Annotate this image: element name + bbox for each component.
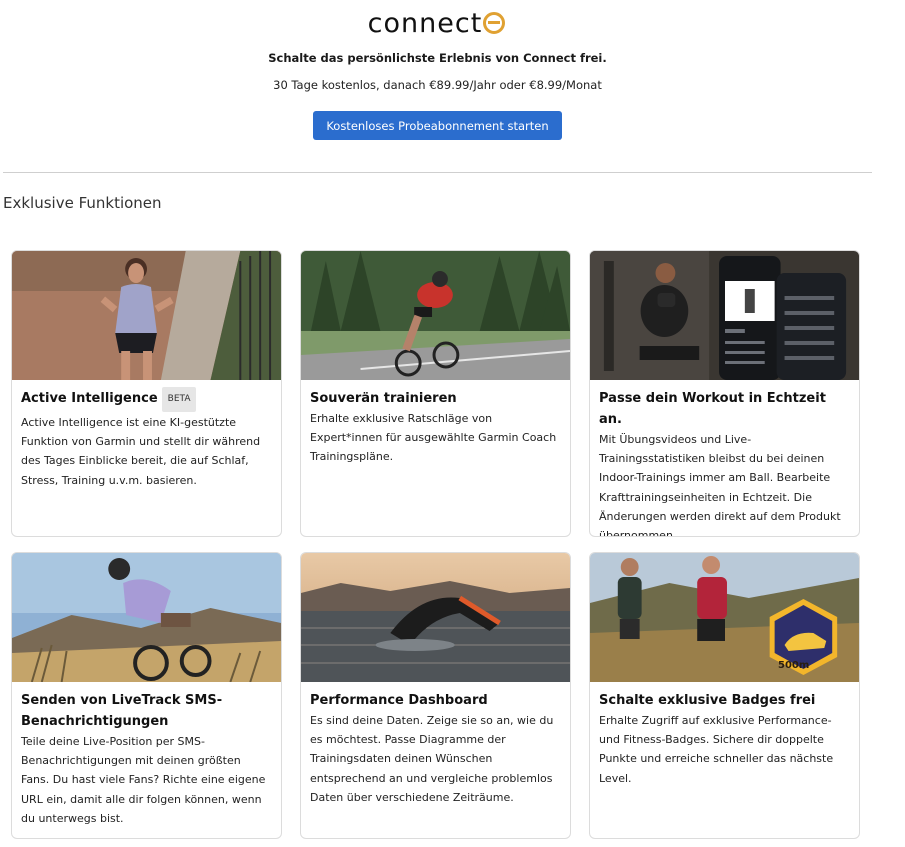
runner-image xyxy=(12,251,281,380)
logo-wordmark: connect xyxy=(367,8,483,39)
card-title: Souverän trainieren xyxy=(310,391,457,406)
hero-price-line: 30 Tage kostenlos, danach €89.99/Jahr od… xyxy=(273,78,602,92)
feature-card-performance-dashboard[interactable]: Performance Dashboard Es sind deine Date… xyxy=(300,552,571,839)
card-description: Teile deine Live-Position per SMS-Benach… xyxy=(21,735,266,825)
feature-card-train-confidently[interactable]: Souverän trainieren Erhalte exklusive Ra… xyxy=(300,250,571,537)
cyclist-image xyxy=(301,251,570,380)
mountain-biker-image xyxy=(12,553,281,682)
trail-runners-image xyxy=(590,553,859,682)
start-trial-button[interactable]: Kostenloses Probeabonnement starten xyxy=(313,111,562,140)
section-title: Exklusive Funktionen xyxy=(3,194,162,212)
card-description: Erhalte Zugriff auf exklusive Performanc… xyxy=(599,714,834,785)
section-divider xyxy=(3,172,872,173)
badge-distance-label: 500m xyxy=(778,660,810,671)
card-description: Active Intelligence ist eine KI-gestützt… xyxy=(21,416,261,487)
card-title: Senden von LiveTrack SMS-Benachrichtigun… xyxy=(21,693,223,729)
feature-card-realtime-workout[interactable]: Passe dein Workout in Echtzeit an. Mit Ü… xyxy=(589,250,860,537)
swimmer-image xyxy=(301,553,570,682)
card-title: Performance Dashboard xyxy=(310,693,488,708)
connect-logo: connect xyxy=(0,8,873,39)
card-description: Es sind deine Daten. Zeige sie so an, wi… xyxy=(310,714,554,804)
card-description: Erhalte exklusive Ratschläge von Expert*… xyxy=(310,412,557,464)
strength-workout-image xyxy=(590,251,859,380)
beta-badge: BETA xyxy=(161,387,197,412)
card-description: Mit Übungsvideos und Live-Trainingsstati… xyxy=(599,433,841,537)
hero-headline: Schalte das persönlichste Erlebnis von C… xyxy=(268,51,607,65)
logo-accent-icon xyxy=(483,12,506,34)
feature-card-active-intelligence[interactable]: Active Intelligence BETA Active Intellige… xyxy=(11,250,282,537)
feature-card-badges[interactable]: 500m Schalte exklusive Badges frei Erhal… xyxy=(589,552,860,839)
card-title: Schalte exklusive Badges frei xyxy=(599,693,816,708)
feature-card-livetrack[interactable]: Senden von LiveTrack SMS-Benachrichtigun… xyxy=(11,552,282,839)
card-title: Passe dein Workout in Echtzeit an. xyxy=(599,391,826,427)
card-title: Active Intelligence BETA xyxy=(21,387,272,413)
